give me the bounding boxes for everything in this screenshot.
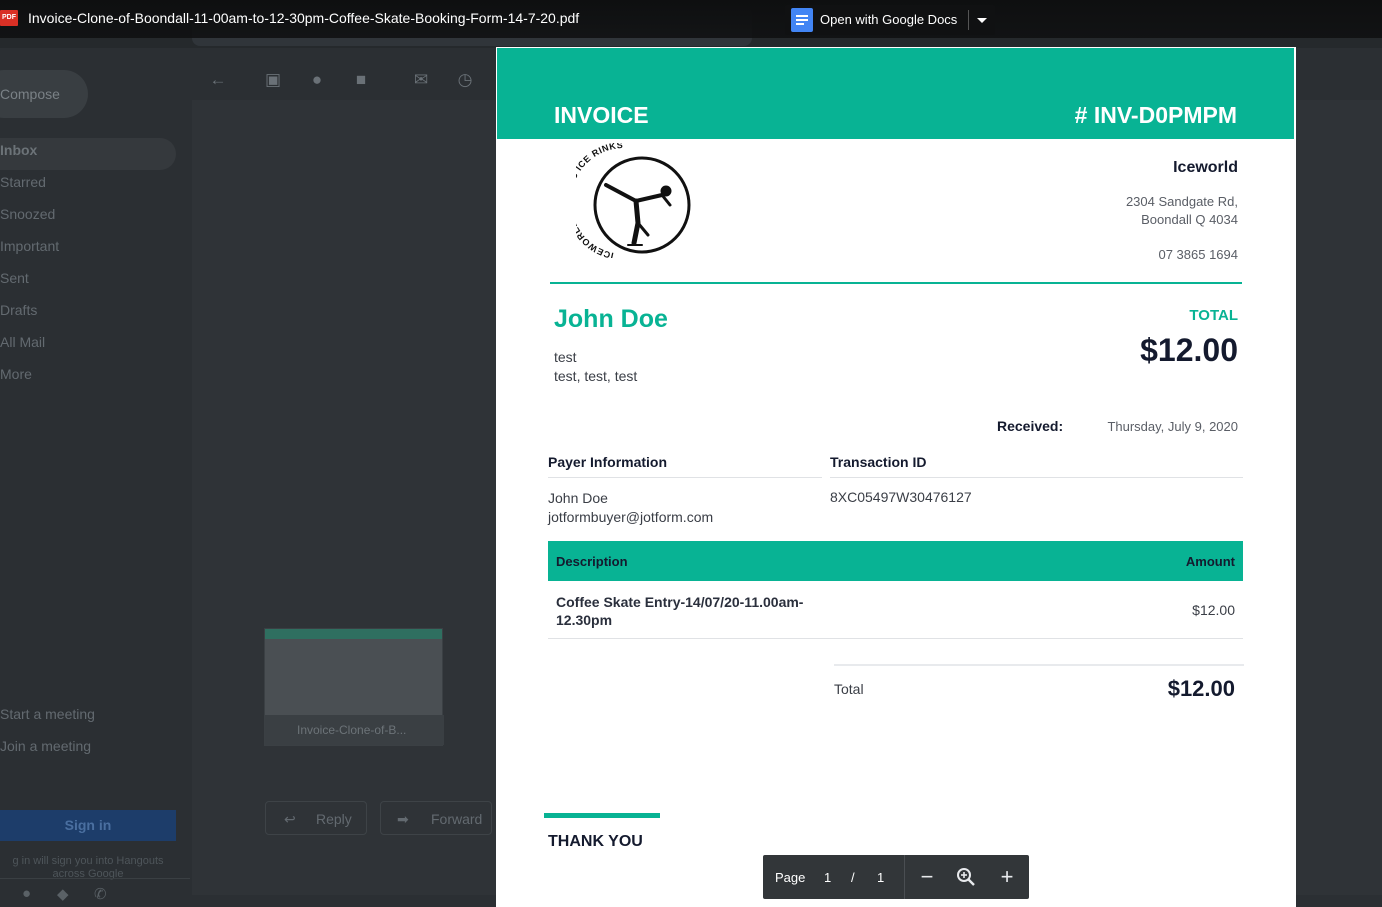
address-line-2: Boondall Q 4034 (1141, 212, 1238, 227)
summary-total-label: Total (834, 681, 864, 697)
reply-label: Reply (316, 811, 352, 827)
delete-icon[interactable]: ■ (351, 70, 371, 90)
item-description: Coffee Skate Entry-14/07/20-11.00am-12.3… (556, 594, 804, 628)
nav-item-all-mail[interactable]: All Mail (0, 330, 176, 362)
summary-total-row: Total $12.00 (834, 664, 1244, 712)
nav-item-important[interactable]: Important (0, 234, 176, 266)
svg-text:ICEWORLD OLYMPIC ICE RINKS: ICEWORLD OLYMPIC ICE RINKS (576, 143, 624, 258)
items-table-header: Description Amount (548, 541, 1243, 581)
archive-icon[interactable]: ▣ (263, 70, 283, 90)
customer-line-1: test (554, 349, 577, 365)
item-amount: $12.00 (1192, 602, 1235, 618)
total-block: TOTAL $12.00 (1140, 307, 1238, 369)
join-meeting-link[interactable]: Join a meeting (0, 738, 91, 754)
snooze-icon[interactable]: ◷ (455, 70, 475, 90)
pdf-file-name: Invoice-Clone-of-Boondall-11-00am-to-12-… (28, 10, 580, 26)
report-spam-icon[interactable]: ● (307, 70, 327, 90)
chat-icon[interactable]: ◆ (57, 885, 69, 903)
total-label: TOTAL (1189, 307, 1238, 324)
description-column-header: Description (556, 554, 628, 569)
nav-item-more[interactable]: More (0, 362, 176, 394)
page-separator: / (851, 870, 855, 885)
google-docs-icon (791, 8, 813, 32)
chevron-down-icon[interactable] (977, 18, 987, 23)
mark-unread-icon[interactable]: ✉ (411, 70, 431, 90)
attachment-name: Invoice-Clone-of-B... (265, 715, 444, 745)
logo-text: ICEWORLD OLYMPIC ICE RINKS (576, 143, 623, 258)
forward-button[interactable]: ➡ Forward (380, 801, 492, 835)
invoice-header: INVOICE # INV-D0PMPM (497, 48, 1294, 139)
company-info: Iceworld 2304 Sandgate Rd, Boondall Q 40… (1126, 159, 1238, 262)
start-meeting-link[interactable]: Start a meeting (0, 706, 95, 722)
invoice-title: INVOICE (554, 102, 649, 128)
reply-icon: ↩ (284, 811, 296, 827)
page-controls-divider (904, 855, 905, 899)
page-label: Page (775, 870, 806, 885)
compose-button[interactable]: Compose (0, 70, 88, 118)
gmail-toolbar: ← ▣ ● ■ ✉ ◷ (192, 60, 492, 100)
nav-item-starred[interactable]: Starred (0, 170, 176, 202)
total-pages: 1 (877, 870, 885, 885)
transaction-id-heading: Transaction ID (830, 454, 1243, 478)
zoom-in-icon[interactable]: + (994, 864, 1020, 890)
received-label: Received: (997, 418, 1064, 434)
thumbnail-header (265, 629, 442, 639)
reply-button[interactable]: ↩ Reply (265, 801, 367, 835)
invoice-page: INVOICE # INV-D0PMPM ICEWORLD OLYMPIC IC… (496, 47, 1296, 907)
nav-item-sent[interactable]: Sent (0, 266, 176, 298)
payer-name: John Doe (548, 490, 608, 506)
payer-email: jotformbuyer@jotform.com (548, 509, 714, 525)
pdf-file-icon: PDF (0, 10, 18, 26)
customer-block: John Doe test test, test, test (554, 305, 668, 386)
thank-you-text: THANK YOU (548, 833, 643, 850)
customer-name: John Doe (554, 305, 668, 333)
iceworld-logo: ICEWORLD OLYMPIC ICE RINKS (576, 143, 691, 258)
invoice-number: # INV-D0PMPM (1074, 102, 1237, 128)
sign-in-button[interactable]: Sign in (0, 810, 176, 841)
amount-column-header: Amount (1185, 554, 1235, 569)
customer-line-2: test, test, test (554, 368, 638, 384)
company-name: Iceworld (1173, 159, 1238, 176)
total-value: $12.00 (1140, 332, 1238, 368)
forward-icon: ➡ (397, 811, 409, 827)
header-divider (550, 282, 1242, 284)
pdf-viewer-header: PDF Invoice-Clone-of-Boondall-11-00am-to… (0, 0, 1382, 38)
nav-item-inbox[interactable]: Inbox (0, 138, 176, 170)
current-page-input[interactable]: 1 (824, 870, 831, 885)
forward-label: Forward (431, 811, 483, 827)
zoom-fit-icon[interactable] (953, 864, 979, 890)
gmail-nav: Inbox Starred Snoozed Important Sent Dra… (0, 138, 176, 394)
open-with-label: Open with Google Docs (820, 12, 958, 27)
attachment-thumbnail[interactable]: PDF Invoice-Clone-of-B... (264, 628, 444, 746)
thank-you-accent-bar (544, 813, 660, 818)
hangouts-bar: ● ◆ ✆ (0, 878, 190, 907)
zoom-out-icon[interactable]: − (914, 864, 940, 890)
phone-icon[interactable]: ✆ (94, 885, 107, 903)
transaction-id: 8XC05497W30476127 (830, 489, 972, 505)
button-divider (968, 10, 969, 30)
received-date: Thursday, July 9, 2020 (1107, 419, 1238, 434)
nav-item-snoozed[interactable]: Snoozed (0, 202, 176, 234)
address-line-1: 2304 Sandgate Rd, (1125, 194, 1238, 209)
company-phone: 07 3865 1694 (1158, 247, 1238, 262)
payer-info-heading: Payer Information (548, 454, 822, 478)
company-address: 2304 Sandgate Rd, Boondall Q 4034 (1126, 193, 1238, 229)
table-row: Coffee Skate Entry-14/07/20-11.00am-12.3… (548, 581, 1243, 639)
payer-info: John Doe jotformbuyer@jotform.com (548, 489, 713, 527)
back-arrow-icon[interactable]: ← (208, 70, 228, 90)
person-icon[interactable]: ● (22, 885, 31, 902)
page-controls: Page 1 / 1 − + (763, 855, 1029, 899)
open-with-google-docs-button[interactable]: Open with Google Docs (785, 5, 995, 35)
summary-total-value: $12.00 (1167, 676, 1235, 701)
nav-item-drafts[interactable]: Drafts (0, 298, 176, 330)
